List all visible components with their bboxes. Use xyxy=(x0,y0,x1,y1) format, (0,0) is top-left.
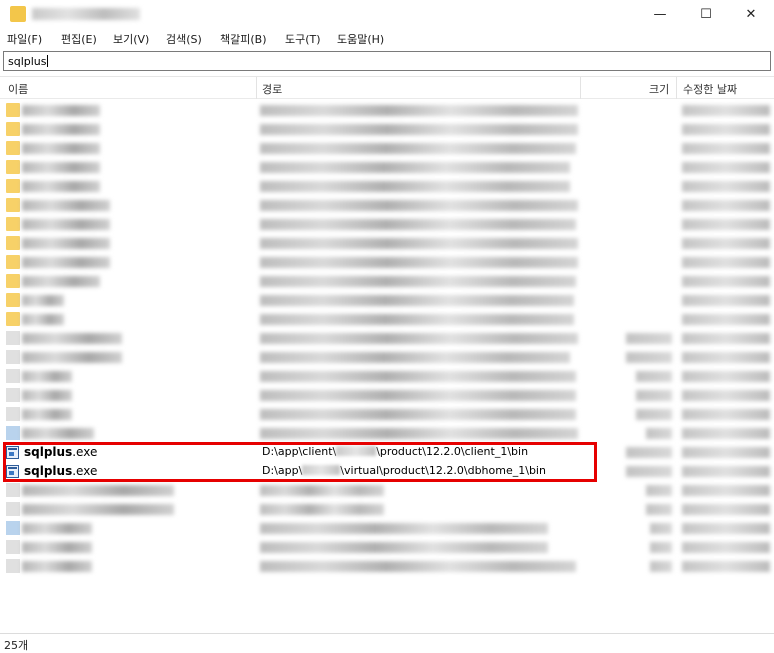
column-header-modified[interactable]: 수정한 날짜 xyxy=(683,81,737,97)
folder-icon xyxy=(6,217,20,231)
results-list[interactable]: 이름 경로 크기 수정한 날짜 sqlplus.exe D:\app\clien… xyxy=(0,76,774,632)
status-bar: 25개 xyxy=(0,633,774,653)
folder-icon xyxy=(6,160,20,174)
file-name: sqlplus.exe xyxy=(24,464,98,478)
list-item-redacted[interactable] xyxy=(0,215,774,234)
file-path: D:\app\client\ \product\12.2.0\client_1\b… xyxy=(262,445,529,458)
list-item-redacted[interactable] xyxy=(0,234,774,253)
file-icon xyxy=(6,331,20,345)
list-item-redacted[interactable] xyxy=(0,500,774,519)
menu-bookmarks[interactable]: 책갈피(B) xyxy=(220,31,267,47)
folder-icon xyxy=(6,103,20,117)
list-item-redacted[interactable] xyxy=(0,272,774,291)
list-item-redacted[interactable] xyxy=(0,253,774,272)
column-header-size[interactable]: 크기 xyxy=(649,81,669,97)
menu-file[interactable]: 파일(F) xyxy=(7,31,42,47)
list-item-redacted[interactable] xyxy=(0,329,774,348)
window-title-redacted xyxy=(32,8,140,20)
list-item-redacted[interactable] xyxy=(0,557,774,576)
maximize-button[interactable]: ☐ xyxy=(683,0,729,28)
column-header-path[interactable]: 경로 xyxy=(262,81,282,97)
search-input-value: sqlplus xyxy=(8,55,47,68)
folder-icon xyxy=(6,255,20,269)
folder-icon xyxy=(6,236,20,250)
minimize-button[interactable]: — xyxy=(637,0,683,28)
search-input[interactable]: sqlplus xyxy=(3,51,771,71)
menu-view[interactable]: 보기(V) xyxy=(113,31,149,47)
file-icon xyxy=(6,388,20,402)
folder-icon xyxy=(6,141,20,155)
list-item-redacted[interactable] xyxy=(0,196,774,215)
exe-icon xyxy=(6,465,19,478)
file-icon xyxy=(6,369,20,383)
menu-tools[interactable]: 도구(T) xyxy=(285,31,321,47)
list-item-redacted[interactable] xyxy=(0,139,774,158)
list-item-redacted[interactable] xyxy=(0,101,774,120)
list-item-redacted[interactable] xyxy=(0,367,774,386)
menu-search[interactable]: 검색(S) xyxy=(166,31,202,47)
column-header-name[interactable]: 이름 xyxy=(8,81,28,97)
folder-icon xyxy=(6,274,20,288)
folder-icon xyxy=(6,179,20,193)
list-item-redacted[interactable] xyxy=(0,386,774,405)
file-icon xyxy=(6,407,20,421)
menu-bar: 파일(F) 편집(E) 보기(V) 검색(S) 책갈피(B) 도구(T) 도움말… xyxy=(0,28,774,50)
result-row-sqlplus-client[interactable]: sqlplus.exe D:\app\client\ \product\12.2.… xyxy=(0,443,774,462)
list-item-redacted[interactable] xyxy=(0,348,774,367)
result-count: 25개 xyxy=(4,639,29,652)
file-icon xyxy=(6,521,20,535)
file-icon xyxy=(6,483,20,497)
folder-icon xyxy=(6,293,20,307)
text-caret xyxy=(46,55,48,67)
list-item-redacted[interactable] xyxy=(0,538,774,557)
list-item-redacted[interactable] xyxy=(0,120,774,139)
exe-icon xyxy=(6,446,19,459)
menu-edit[interactable]: 편집(E) xyxy=(61,31,97,47)
list-item-redacted[interactable] xyxy=(0,481,774,500)
file-icon xyxy=(6,540,20,554)
list-item-redacted[interactable] xyxy=(0,177,774,196)
list-item-redacted[interactable] xyxy=(0,158,774,177)
folder-icon xyxy=(6,312,20,326)
column-divider[interactable] xyxy=(580,77,581,99)
redacted-path-segment xyxy=(302,465,341,475)
column-divider[interactable] xyxy=(256,77,257,99)
list-item-redacted[interactable] xyxy=(0,424,774,443)
file-icon xyxy=(6,426,20,440)
list-item-redacted[interactable] xyxy=(0,310,774,329)
file-path: D:\app\ \virtual\product\12.2.0\dbhome_1\… xyxy=(262,464,546,477)
close-button[interactable]: ✕ xyxy=(728,0,774,28)
list-item-redacted[interactable] xyxy=(0,291,774,310)
file-icon xyxy=(6,559,20,573)
menu-help[interactable]: 도움말(H) xyxy=(337,31,384,47)
title-bar: — ☐ ✕ xyxy=(0,0,774,28)
file-name: sqlplus.exe xyxy=(24,445,98,459)
folder-icon xyxy=(6,122,20,136)
folder-icon xyxy=(6,198,20,212)
column-header-row: 이름 경로 크기 수정한 날짜 xyxy=(0,77,774,99)
folder-app-icon xyxy=(10,6,26,22)
result-row-sqlplus-dbhome[interactable]: sqlplus.exe D:\app\ \virtual\product\12.2… xyxy=(0,462,774,481)
file-icon xyxy=(6,502,20,516)
column-divider[interactable] xyxy=(676,77,677,99)
redacted-path-segment xyxy=(336,446,377,456)
list-item-redacted[interactable] xyxy=(0,405,774,424)
list-item-redacted[interactable] xyxy=(0,519,774,538)
file-icon xyxy=(6,350,20,364)
